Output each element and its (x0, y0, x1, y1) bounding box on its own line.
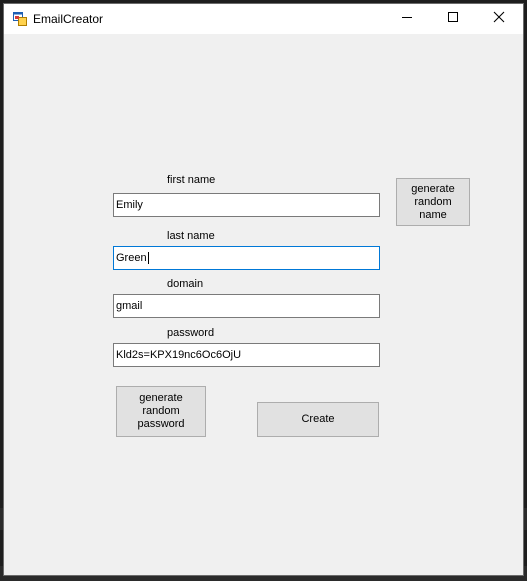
form-icon (13, 12, 27, 26)
maximize-icon (447, 10, 459, 28)
generate-random-name-button[interactable]: generate random name (396, 178, 470, 226)
last-name-value: Green (116, 252, 147, 264)
title-bar[interactable]: EmailCreator (4, 4, 523, 34)
last-name-label: last name (167, 230, 215, 242)
close-button[interactable] (476, 4, 522, 34)
minimize-icon (401, 10, 413, 28)
create-button[interactable]: Create (257, 402, 379, 437)
close-icon (493, 10, 505, 28)
domain-field[interactable]: gmail (113, 294, 380, 318)
first-name-field[interactable]: Emily (113, 193, 380, 217)
app-window: EmailCreator first name Emily last name … (3, 3, 524, 576)
password-label: password (167, 327, 215, 339)
password-field[interactable]: Kld2s=KPX19nc6Oc6OjU (113, 343, 380, 367)
first-name-label: first name (167, 174, 216, 186)
last-name-field[interactable]: Green (113, 246, 380, 270)
generate-random-password-button[interactable]: generate random password (116, 386, 206, 437)
minimize-button[interactable] (384, 4, 430, 34)
window-title: EmailCreator (33, 12, 104, 26)
maximize-button[interactable] (430, 4, 476, 34)
text-caret (147, 252, 149, 265)
domain-label: domain (167, 278, 204, 290)
